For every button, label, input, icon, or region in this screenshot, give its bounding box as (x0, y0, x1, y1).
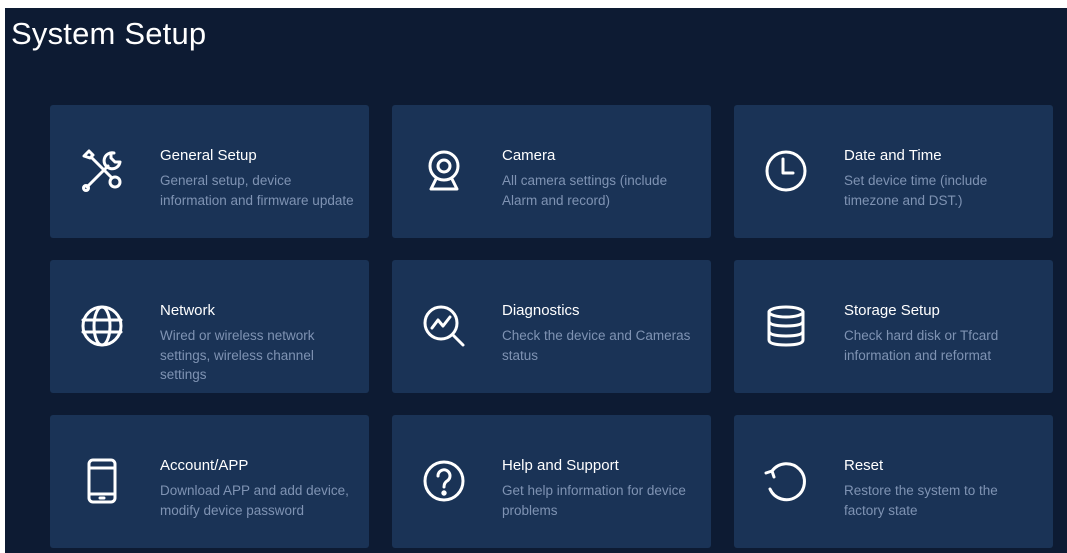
camera-tile[interactable]: Camera All camera settings (include Alar… (392, 105, 711, 238)
help-icon (420, 457, 468, 505)
network-tile[interactable]: Network Wired or wireless network settin… (50, 260, 369, 393)
clock-icon (762, 147, 810, 195)
help-and-support-tile[interactable]: Help and Support Get help information fo… (392, 415, 711, 548)
tile-description: All camera settings (include Alarm and r… (502, 173, 668, 208)
account-app-tile[interactable]: Account/APP Download APP and add device,… (50, 415, 369, 548)
tile-description: General setup, device information and fi… (160, 173, 354, 208)
diagnostics-icon (420, 302, 468, 350)
tile-description: Download APP and add device, modify devi… (160, 483, 349, 518)
system-setup-screen: System Setup General Setup General setup… (5, 8, 1067, 553)
tile-title: Help and Support (502, 457, 619, 474)
webcam-icon (420, 147, 468, 195)
tile-title: Camera (502, 147, 556, 164)
settings-grid: General Setup General setup, device info… (50, 105, 1053, 548)
tile-description: Wired or wireless network settings, wire… (160, 328, 315, 382)
storage-setup-tile[interactable]: Storage Setup Check hard disk or Tfcard … (734, 260, 1053, 393)
diagnostics-tile[interactable]: Diagnostics Check the device and Cameras… (392, 260, 711, 393)
page-title: System Setup (11, 16, 207, 51)
reset-tile[interactable]: Reset Restore the system to the factory … (734, 415, 1053, 548)
tile-title: Network (160, 302, 216, 319)
general-setup-tile[interactable]: General Setup General setup, device info… (50, 105, 369, 238)
tile-title: Account/APP (160, 457, 249, 474)
date-and-time-tile[interactable]: Date and Time Set device time (include t… (734, 105, 1053, 238)
phone-icon (78, 457, 126, 505)
tile-title: Reset (844, 457, 884, 474)
tile-title: Date and Time (844, 147, 942, 164)
tile-description: Check hard disk or Tfcard information an… (844, 328, 999, 363)
tile-description: Get help information for device problems (502, 483, 686, 518)
database-icon (762, 302, 810, 350)
reset-icon (762, 457, 810, 505)
globe-icon (78, 302, 126, 350)
tile-description: Check the device and Cameras status (502, 328, 691, 363)
tile-description: Restore the system to the factory state (844, 483, 998, 518)
tile-title: Diagnostics (502, 302, 580, 319)
tile-title: Storage Setup (844, 302, 940, 319)
tile-description: Set device time (include timezone and DS… (844, 173, 988, 208)
tile-title: General Setup (160, 147, 257, 164)
tools-icon (78, 147, 126, 195)
